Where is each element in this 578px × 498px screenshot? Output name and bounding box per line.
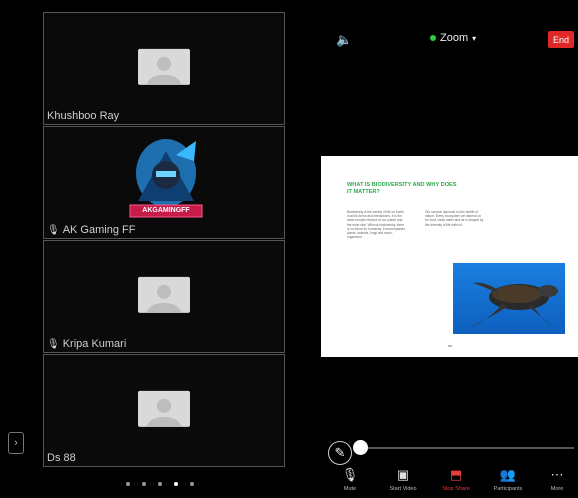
participants-button[interactable]: 👥 Participants	[485, 467, 531, 493]
slide-text: Our survival depends on the health of na…	[425, 210, 484, 227]
participant-tile[interactable]: 🎙 Kripa Kumari	[43, 240, 285, 353]
avatar-placeholder	[138, 48, 190, 85]
page-dot[interactable]	[126, 482, 130, 486]
page-dot[interactable]	[142, 482, 146, 486]
stop-share-button[interactable]: ⬒ Stop Share	[433, 467, 479, 493]
slider-thumb[interactable]	[353, 440, 368, 455]
avatar-placeholder	[138, 390, 190, 427]
annotate-pen-icon[interactable]: ✎	[328, 441, 352, 465]
video-off-icon: ▣	[396, 467, 410, 482]
page-dot[interactable]	[190, 482, 194, 486]
muted-mic-icon: 🎙	[47, 224, 60, 236]
page-dot-active[interactable]	[174, 482, 178, 486]
participant-name: Khushboo Ray	[47, 110, 120, 122]
logo-text: AKGAMINGFF	[142, 207, 190, 214]
shared-screen: WHAT IS BIODIVERSITY AND WHY DOES IT MAT…	[321, 156, 578, 357]
slide-title: WHAT IS BIODIVERSITY AND WHY DOES IT MAT…	[347, 182, 457, 195]
meeting-toolbar: 🎙 Mute ▣ Start Video ⬒ Stop Share 👥 Part…	[330, 468, 578, 498]
share-screen-icon: ⬒	[449, 467, 463, 482]
participant-tile[interactable]: AKGAMINGFF 🎙 AK Gaming FF	[43, 126, 285, 239]
participant-name: 🎙 Kripa Kumari	[47, 338, 127, 350]
chevron-down-icon: ▾	[472, 33, 477, 43]
participants-icon: 👥	[499, 467, 517, 482]
more-button[interactable]: ⋯ More	[534, 467, 578, 493]
page-indicator[interactable]	[126, 482, 194, 486]
end-meeting-button[interactable]: End	[548, 31, 574, 48]
speaker-icon[interactable]: 🔈	[336, 32, 352, 48]
collapse-panel-button[interactable]: ›	[8, 432, 24, 454]
avatar-placeholder	[138, 276, 190, 313]
meeting-title[interactable]: Zoom ▾	[430, 32, 476, 44]
page-dot[interactable]	[158, 482, 162, 486]
more-icon: ⋯	[550, 467, 564, 482]
slide-text: Biodiversity is the variety of life on E…	[347, 210, 406, 240]
turtle-image	[453, 263, 565, 334]
participant-name: 🎙 AK Gaming FF	[47, 224, 136, 236]
encryption-status-icon	[430, 35, 436, 41]
participant-name: Ds 88	[47, 452, 76, 464]
microphone-icon: 🎙	[341, 467, 359, 482]
muted-mic-icon: 🎙	[47, 338, 60, 350]
participant-tile[interactable]: Ds 88	[43, 354, 285, 467]
slide-page-marker	[448, 345, 452, 347]
share-progress-slider[interactable]	[353, 440, 574, 455]
start-video-button[interactable]: ▣ Start Video	[380, 467, 426, 493]
participant-tile[interactable]: Khushboo Ray	[43, 12, 285, 125]
mute-button[interactable]: 🎙 Mute	[327, 467, 373, 493]
